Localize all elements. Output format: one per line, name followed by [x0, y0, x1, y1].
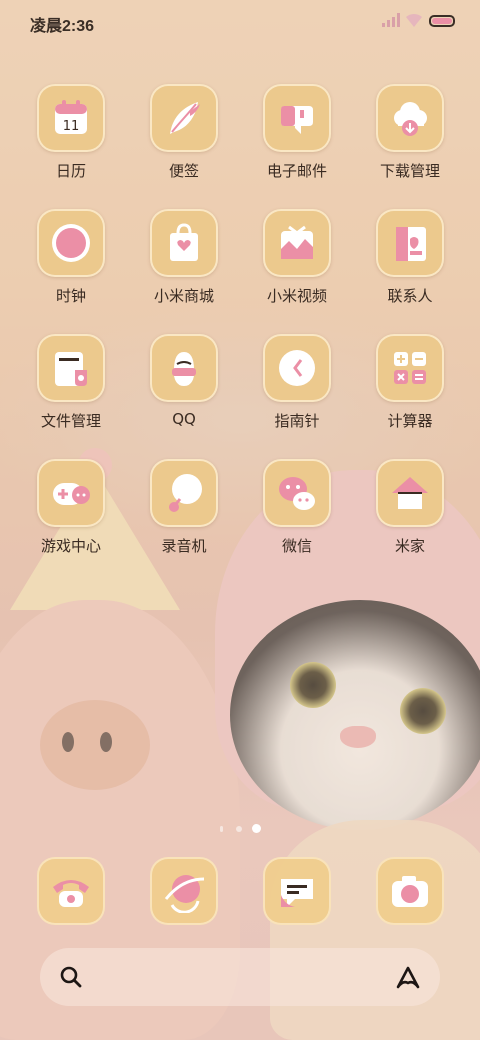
app-label: 文件管理: [40, 412, 101, 430]
app-label: 电子邮件: [266, 162, 327, 180]
app-download-manager[interactable]: 下载管理: [355, 84, 465, 194]
app-label: 下载管理: [379, 162, 440, 180]
page-indicator[interactable]: [218, 824, 264, 834]
app-calculator[interactable]: 计算器: [355, 334, 465, 444]
app-calendar[interactable]: 11 日历: [16, 84, 126, 194]
game-center-icon: [37, 459, 105, 527]
camera-icon: [392, 876, 428, 907]
page-dot-active[interactable]: [252, 824, 261, 833]
download-icon: [376, 84, 444, 152]
calculator-icon: [376, 334, 444, 402]
wechat-icon: [263, 459, 331, 527]
page-dot[interactable]: [236, 826, 242, 832]
messages-icon: [281, 879, 313, 907]
app-label: 游戏中心: [40, 537, 101, 555]
clock-icon: [37, 209, 105, 277]
app-clock[interactable]: 时钟: [16, 209, 126, 319]
mijia-icon: [376, 459, 444, 527]
dock-phone[interactable]: [37, 857, 105, 925]
app-file-manager[interactable]: 文件管理: [16, 334, 126, 444]
battery-icon: [429, 15, 455, 27]
mi-video-icon: [263, 209, 331, 277]
search-bar[interactable]: [40, 948, 440, 1006]
app-mi-store[interactable]: 小米商城: [129, 209, 239, 319]
app-mi-video[interactable]: 小米视频: [242, 209, 352, 319]
app-label: 小米视频: [266, 287, 327, 305]
mi-store-icon: [150, 209, 218, 277]
search-icon[interactable]: [58, 964, 84, 990]
app-mijia[interactable]: 米家: [355, 459, 465, 569]
app-qq[interactable]: QQ: [129, 334, 239, 444]
app-notes[interactable]: 便签: [129, 84, 239, 194]
app-label: 日历: [55, 162, 86, 180]
status-bar: 凌晨2:36: [0, 0, 480, 42]
phone-icon: [53, 880, 89, 907]
dock-camera[interactable]: [376, 857, 444, 925]
app-label: 微信: [281, 537, 312, 555]
app-label: 指南针: [274, 412, 320, 430]
app-compass[interactable]: 指南针: [242, 334, 352, 444]
app-label: 联系人: [387, 287, 433, 305]
app-label: 录音机: [161, 537, 207, 555]
assistant-icon[interactable]: [394, 964, 422, 990]
signal-icon: [382, 13, 400, 27]
qq-icon: [150, 334, 218, 402]
compass-icon: [263, 334, 331, 402]
app-label: 计算器: [387, 412, 433, 430]
app-game-center[interactable]: 游戏中心: [16, 459, 126, 569]
file-manager-icon: [37, 334, 105, 402]
calendar-icon: 11: [37, 84, 105, 152]
app-wechat[interactable]: 微信: [242, 459, 352, 569]
app-recorder[interactable]: 录音机: [129, 459, 239, 569]
browser-icon: [164, 875, 205, 913]
email-icon: [263, 84, 331, 152]
notes-icon: [150, 84, 218, 152]
app-label: 米家: [394, 537, 425, 555]
contacts-icon: [376, 209, 444, 277]
app-contacts[interactable]: 联系人: [355, 209, 465, 319]
dock-messages[interactable]: [263, 857, 331, 925]
app-label: QQ: [172, 410, 196, 428]
calendar-date: 11: [63, 119, 80, 134]
app-label: 便签: [168, 162, 199, 180]
status-time: 凌晨2:36: [30, 18, 95, 35]
recorder-icon: [150, 459, 218, 527]
app-label: 小米商城: [153, 287, 214, 305]
wifi-icon: [406, 13, 422, 27]
app-email[interactable]: 电子邮件: [242, 84, 352, 194]
app-label: 时钟: [55, 287, 86, 305]
page-dot[interactable]: [220, 826, 223, 832]
dock-browser[interactable]: [150, 857, 218, 925]
